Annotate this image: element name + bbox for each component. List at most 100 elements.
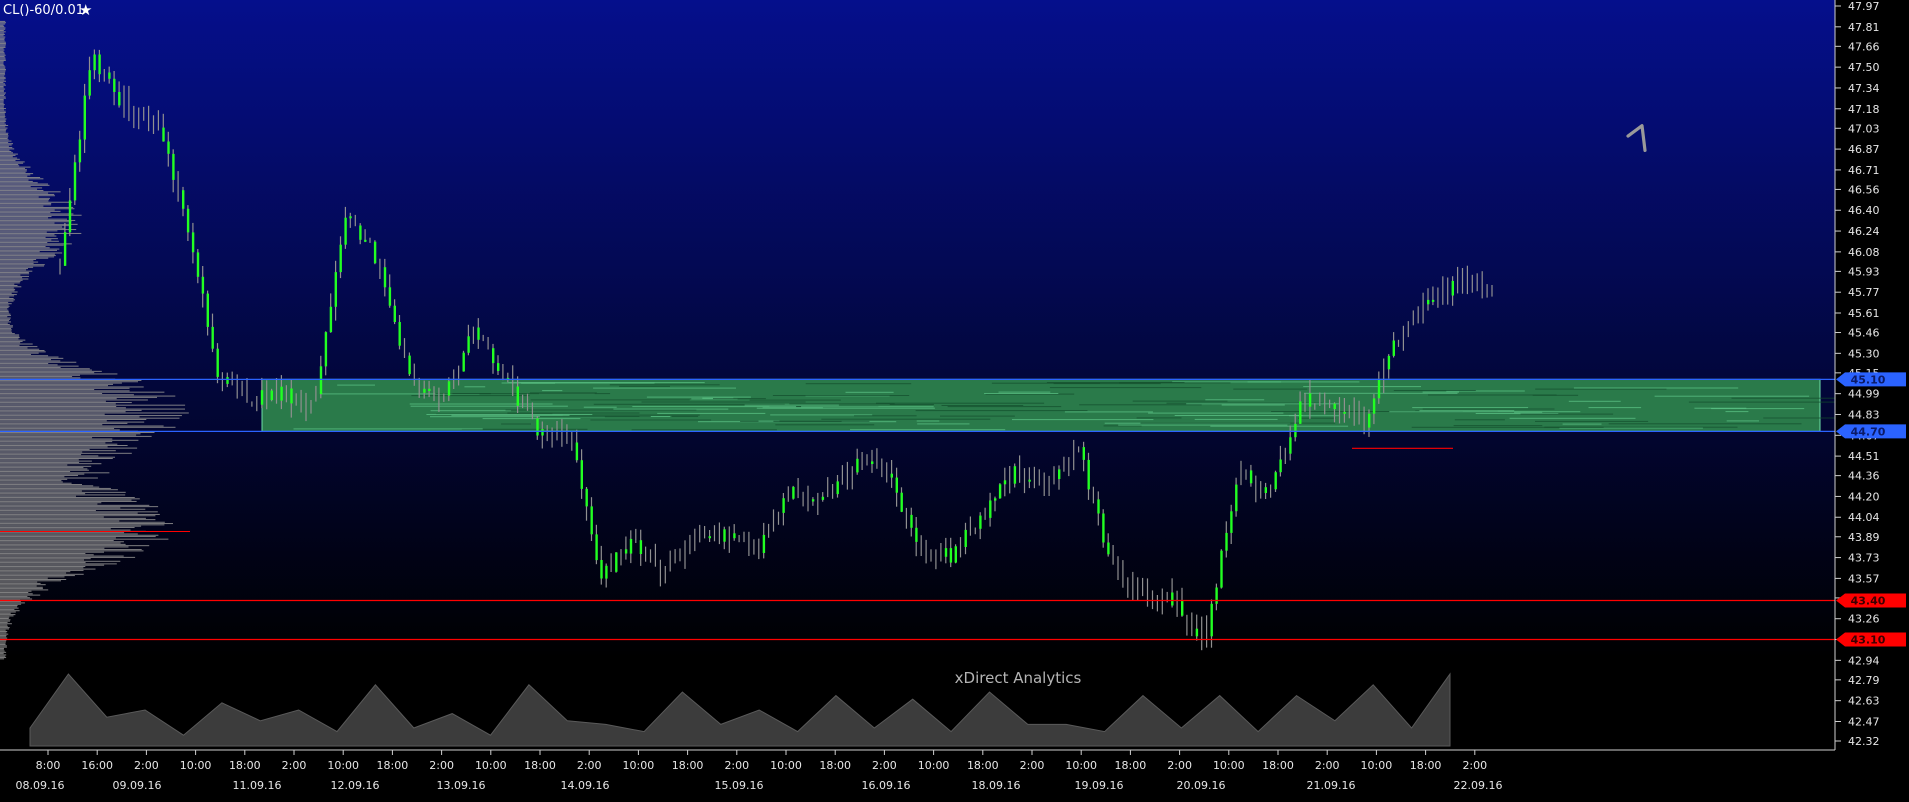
zone-texture — [1509, 417, 1636, 419]
profile-bar — [0, 253, 55, 255]
x-date-label: 14.09.16 — [561, 779, 610, 792]
profile-bar — [0, 295, 15, 297]
profile-bar — [0, 442, 106, 444]
x-time-label: 2:00 — [1020, 759, 1045, 772]
volume-tick — [949, 548, 953, 563]
profile-bar — [0, 75, 5, 77]
profile-bar — [0, 526, 135, 528]
profile-bar — [0, 370, 102, 372]
y-tick-label: 47.66 — [1848, 40, 1880, 53]
y-tick-label: 44.99 — [1848, 388, 1880, 401]
profile-bar — [0, 109, 4, 111]
profile-bar — [0, 503, 98, 505]
zone-texture — [789, 403, 895, 405]
profile-bar — [0, 439, 139, 441]
profile-bar — [0, 580, 61, 582]
profile-bar — [0, 387, 130, 389]
volume-tick — [910, 514, 913, 528]
profile-bar — [0, 499, 132, 501]
volume-tick — [290, 388, 293, 404]
profile-bar — [0, 199, 50, 201]
profile-bar — [0, 206, 74, 208]
zone-texture — [1247, 381, 1282, 383]
volume-tick — [1377, 379, 1381, 399]
zone-texture — [1725, 411, 1749, 413]
profile-bar — [0, 555, 124, 557]
profile-bar — [0, 493, 86, 495]
profile-bar — [0, 121, 6, 123]
profile-bar — [0, 132, 9, 134]
profile-bar — [0, 195, 55, 197]
volume-tick — [1274, 472, 1277, 490]
profile-bar — [0, 300, 14, 302]
volume-tick — [1013, 466, 1017, 484]
x-time-label: 10:00 — [1065, 759, 1097, 772]
zone-texture — [916, 420, 940, 422]
profile-bar — [0, 48, 4, 50]
volume-tick — [172, 153, 175, 180]
profile-bar — [0, 261, 39, 263]
profile-bar — [0, 395, 176, 397]
profile-bar — [0, 180, 33, 182]
profile-bar — [0, 523, 173, 525]
profile-bar — [0, 72, 5, 74]
profile-bar — [0, 52, 5, 54]
profile-bar — [0, 654, 7, 656]
profile-bar — [0, 309, 9, 311]
profile-bar — [0, 191, 61, 193]
profile-bar — [0, 283, 15, 285]
volume-tick — [1235, 484, 1238, 512]
volume-tick — [954, 546, 957, 563]
profile-bar — [0, 539, 114, 541]
profile-bar — [0, 426, 176, 428]
volume-tick — [1028, 479, 1031, 482]
profile-bar — [0, 331, 13, 333]
profile-bar — [0, 355, 49, 357]
volume-tick — [206, 293, 209, 327]
profile-bar — [0, 265, 44, 267]
profile-bar — [0, 63, 4, 65]
profile-bar — [0, 377, 81, 379]
profile-bar — [0, 123, 6, 125]
profile-bar — [0, 311, 9, 313]
profile-bar — [0, 251, 40, 253]
y-tick-label: 45.30 — [1848, 347, 1880, 360]
volume-tick — [167, 141, 170, 154]
zone-texture — [1205, 399, 1265, 401]
profile-bar — [0, 67, 6, 69]
zone-texture — [501, 382, 655, 384]
zone-texture — [1454, 419, 1505, 421]
zone-texture — [293, 428, 483, 430]
profile-bar — [0, 424, 103, 426]
volume-tick — [639, 540, 643, 554]
zone-texture — [451, 414, 570, 416]
price-chart[interactable]: 47.97 47.81 47.66 47.50 47.34 47.18 47.03 46.87… — [0, 0, 1909, 802]
profile-bar — [0, 130, 6, 132]
y-tick-label: 45.77 — [1848, 286, 1880, 299]
profile-bar — [0, 27, 6, 29]
profile-bar — [0, 642, 6, 644]
profile-bar — [0, 89, 4, 91]
x-date-label: 21.09.16 — [1307, 779, 1356, 792]
profile-bar — [0, 54, 6, 56]
zone-texture — [915, 410, 1088, 412]
profile-bar — [0, 271, 29, 273]
profile-bar — [0, 174, 31, 176]
profile-bar — [0, 244, 64, 246]
favorite-star-icon[interactable]: ★ — [79, 1, 92, 19]
zone-texture — [1233, 388, 1308, 390]
x-time-label: 2:00 — [577, 759, 602, 772]
profile-bar — [0, 144, 12, 146]
profile-bar — [0, 435, 152, 437]
profile-bar — [0, 513, 160, 515]
profile-bar — [0, 636, 7, 638]
volume-tick — [1171, 592, 1174, 606]
profile-bar — [0, 135, 9, 137]
profile-bar — [0, 177, 41, 179]
volume-tick — [83, 95, 86, 140]
volume-tick — [895, 477, 898, 493]
volume-tick — [216, 348, 219, 377]
profile-bar — [0, 100, 4, 102]
profile-bar — [0, 257, 49, 259]
profile-bar — [0, 87, 4, 89]
